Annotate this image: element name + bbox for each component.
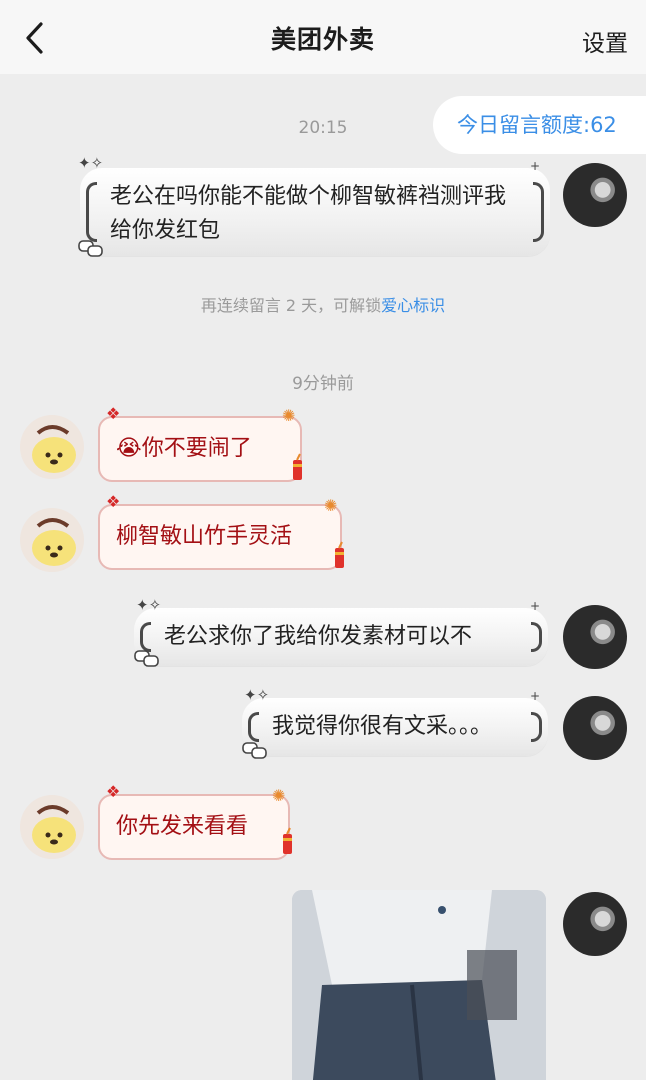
chinese-knot-icon: ❖ — [106, 782, 121, 801]
message-bubble-self[interactable]: 我觉得你很有文采。。。 — [242, 698, 548, 756]
user-avatar-other[interactable] — [20, 795, 84, 859]
plus-sparkle-icon: + — [530, 159, 541, 173]
sparkle-icon: ✦✧ — [244, 686, 270, 704]
page-title: 美团外卖 — [270, 25, 375, 54]
chat-screen: 美团外卖 设置 今日留言额度:62 20:15 老公在吗你能不能做个柳智敏裤裆测… — [0, 0, 646, 1080]
chat-bubbles-icon — [242, 742, 267, 759]
user-avatar-other[interactable] — [20, 415, 84, 479]
plus-sparkle-icon: + — [530, 689, 541, 703]
user-avatar-self[interactable] — [563, 163, 627, 227]
chat-bubbles-icon — [134, 650, 159, 667]
plus-sparkle-icon: + — [530, 599, 541, 613]
message-bubble-other[interactable]: 😭你不要闹了 — [98, 416, 302, 482]
user-avatar-self[interactable] — [563, 892, 627, 956]
message-text: 柳智敏山竹手灵活 — [116, 524, 293, 549]
user-avatar-self[interactable] — [563, 605, 627, 669]
firecracker-icon — [335, 541, 344, 568]
heart-badge-link[interactable]: 爱心标识 — [381, 296, 445, 315]
crying-emoji-icon: 😭 — [116, 436, 142, 461]
message-bubble-other[interactable]: 柳智敏山竹手灵活 — [98, 504, 342, 570]
image-message[interactable] — [292, 890, 546, 1080]
header-bar: 美团外卖 设置 — [0, 0, 646, 74]
chat-bubbles-icon — [78, 240, 103, 257]
firecracker-icon — [293, 453, 302, 480]
message-bubble-self[interactable]: 老公求你了我给你发素材可以不 — [134, 608, 548, 666]
sparkle-icon: ✦✧ — [136, 596, 162, 614]
unlock-hint: 再连续留言 2 天，可解锁爱心标识 — [0, 292, 646, 316]
pompompurin-avatar-icon — [32, 518, 76, 566]
firecracker-icon — [283, 827, 292, 854]
message-text: 老公求你了我给你发素材可以不 — [164, 624, 473, 649]
message-text: 我觉得你很有文采。。。 — [272, 714, 493, 739]
firework-icon: ✺ — [272, 786, 286, 805]
timestamp: 9分钟前 — [292, 374, 354, 394]
chinese-knot-icon: ❖ — [106, 404, 121, 423]
settings-button[interactable]: 设置 — [582, 24, 628, 58]
message-text: 老公在吗你能不能做个柳智敏裤裆测评我给你发红包 — [110, 184, 507, 243]
pompompurin-avatar-icon — [32, 805, 76, 853]
message-bubble-self[interactable]: 老公在吗你能不能做个柳智敏裤裆测评我给你发红包 — [80, 168, 550, 256]
pompompurin-avatar-icon — [32, 425, 76, 473]
sparkle-icon: ✦✧ — [78, 154, 104, 172]
timestamp: 20:15 — [298, 118, 348, 138]
user-avatar-other[interactable] — [20, 508, 84, 572]
message-bubble-other[interactable]: 你先发来看看 — [98, 794, 290, 860]
message-text: 你先发来看看 — [116, 814, 249, 839]
photo-thumbnail — [292, 890, 546, 1080]
chinese-knot-icon: ❖ — [106, 492, 121, 511]
message-text: 你不要闹了 — [141, 436, 252, 461]
firework-icon: ✺ — [282, 406, 296, 425]
user-avatar-self[interactable] — [563, 696, 627, 760]
unlock-hint-text: 再连续留言 2 天，可解锁 — [200, 296, 382, 315]
firework-icon: ✺ — [324, 496, 338, 515]
